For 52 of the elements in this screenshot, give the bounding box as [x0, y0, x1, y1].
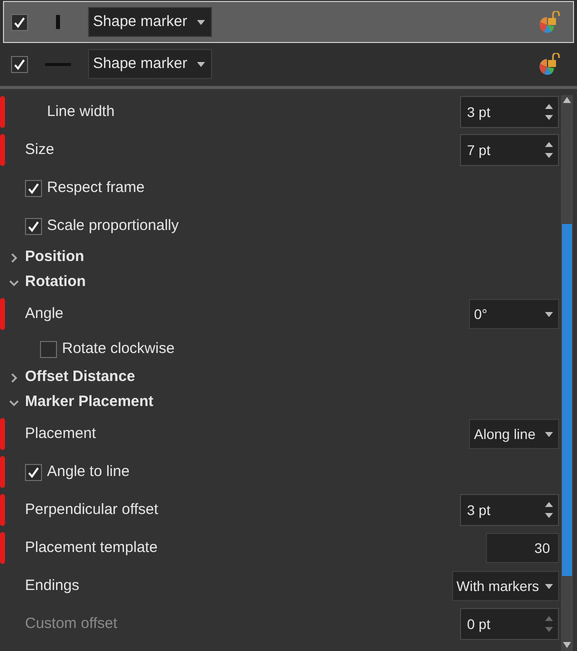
caret-icon: [197, 62, 205, 66]
spin-arrows-icon[interactable]: [544, 102, 554, 122]
section-header[interactable]: Position: [25, 246, 84, 269]
scroll-down-icon[interactable]: [562, 641, 572, 649]
dropdown[interactable]: With markers: [452, 571, 559, 601]
caret-icon: [545, 312, 553, 316]
checkbox-label: Rotate clockwise: [62, 338, 175, 359]
checkbox-label: Respect frame: [47, 178, 145, 198]
field-label: Line width: [47, 102, 115, 122]
chevron-down-icon[interactable]: [9, 398, 19, 408]
dropdown[interactable]: 0°: [469, 299, 559, 329]
section-header[interactable]: Offset Distance: [25, 366, 136, 389]
layer-row[interactable]: Shape marker: [3, 43, 574, 85]
caret-icon: [545, 432, 553, 436]
checkbox[interactable]: [11, 14, 28, 30]
field-label: Size: [25, 140, 54, 160]
field-label: Placement template: [25, 538, 158, 558]
section-header[interactable]: Rotation: [25, 271, 86, 294]
line-symbol-icon: [56, 15, 60, 29]
caret-icon: [545, 584, 553, 588]
type-dropdown[interactable]: Shape marker: [88, 7, 212, 37]
chevron-down-icon[interactable]: [9, 278, 19, 288]
spin-arrows-icon[interactable]: [544, 500, 554, 520]
caret-icon: [197, 20, 205, 24]
chevron-right-icon[interactable]: [9, 252, 19, 262]
field-label: Perpendicular offset: [25, 500, 158, 520]
scrollbar[interactable]: [561, 95, 573, 651]
checkbox[interactable]: [25, 218, 42, 234]
checkbox-label: Scale proportionally: [47, 216, 179, 236]
scroll-thumb[interactable]: [562, 224, 572, 576]
checkbox[interactable]: [25, 180, 42, 196]
layer-row[interactable]: Shape marker: [3, 1, 574, 43]
field-label: Custom offset: [25, 614, 118, 634]
field-label: Angle: [25, 304, 64, 324]
field-label: Endings: [25, 576, 80, 596]
chevron-right-icon[interactable]: [9, 372, 19, 382]
field-label: Placement: [25, 424, 96, 444]
type-dropdown[interactable]: Shape marker: [88, 49, 212, 79]
checkbox[interactable]: [11, 56, 28, 72]
palette-lock-icon[interactable]: [539, 11, 561, 33]
palette-lock-icon[interactable]: [539, 53, 561, 75]
checkbox[interactable]: [25, 464, 42, 480]
dropdown[interactable]: Along line: [469, 419, 559, 449]
checkbox-label: Angle to line: [47, 462, 130, 482]
spin-field[interactable]: 3 pt: [460, 494, 559, 526]
number-field[interactable]: 30: [486, 533, 559, 563]
spin-field[interactable]: 7 pt: [460, 134, 559, 166]
spin-arrows-icon[interactable]: [544, 140, 554, 160]
scroll-up-icon[interactable]: [562, 96, 572, 104]
spin-field[interactable]: 3 pt: [460, 96, 559, 128]
checkbox[interactable]: [40, 340, 57, 358]
section-header[interactable]: Marker Placement: [25, 391, 154, 414]
